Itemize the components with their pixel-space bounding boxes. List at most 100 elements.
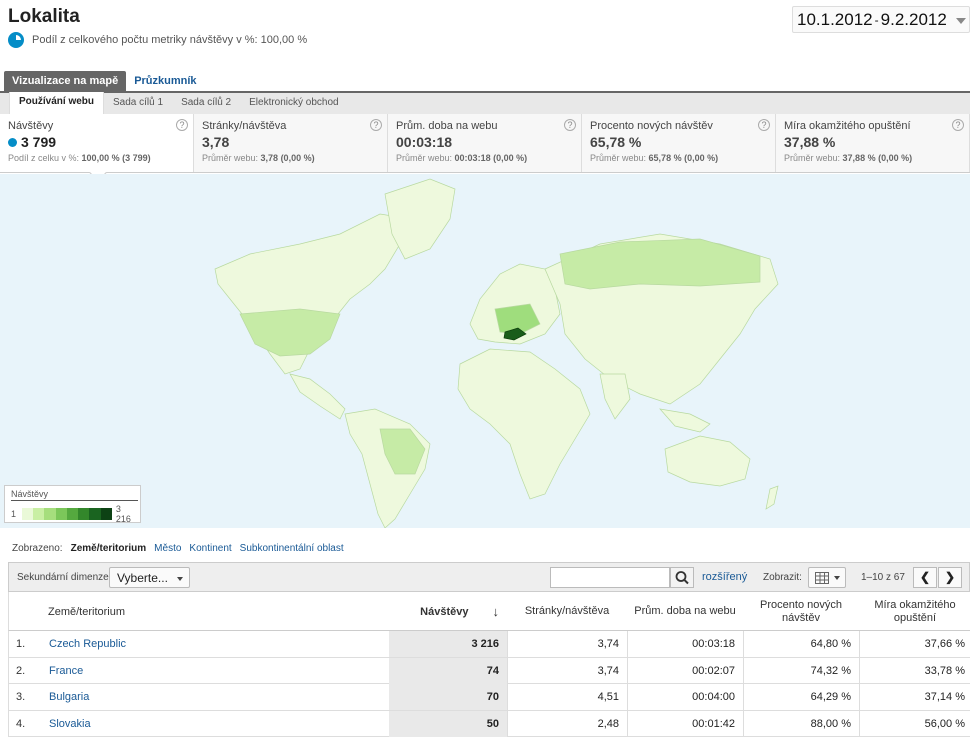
metric-visits[interactable]: Návštěvy 3 799 Podíl z celku v %: 100,00… bbox=[0, 114, 194, 182]
dimension-subcontinent[interactable]: Subkontinentální oblast bbox=[240, 543, 344, 554]
secondary-dimension-value: Vyberte... bbox=[117, 571, 168, 585]
help-icon[interactable]: ? bbox=[758, 119, 770, 131]
row-visits: 3 216 bbox=[389, 631, 507, 657]
metric-subtext: Průměr webu: 00:03:18 (0,00 %) bbox=[396, 153, 528, 163]
help-icon[interactable]: ? bbox=[370, 119, 382, 131]
help-icon[interactable]: ? bbox=[952, 119, 964, 131]
table-header: Země/teritorium Návštěvy ↓ Stránky/návšt… bbox=[8, 592, 970, 631]
row-country-link[interactable]: Czech Republic bbox=[49, 631, 126, 657]
row-pages: 2,48 bbox=[507, 710, 627, 737]
table-row: 3. Bulgaria 70 4,51 00:04:00 64,29 % 37,… bbox=[8, 684, 970, 711]
metric-value: 00:03:18 bbox=[396, 134, 453, 150]
header-duration[interactable]: Prům. doba na webu bbox=[627, 592, 743, 631]
metric-subtext: Podíl z celku v %: 100,00 % (3 799) bbox=[8, 153, 151, 163]
row-bounce: 37,66 % bbox=[859, 631, 970, 657]
advanced-filter-link[interactable]: rozšířený bbox=[702, 571, 747, 583]
legend-swatch bbox=[44, 508, 56, 520]
row-duration: 00:02:07 bbox=[627, 657, 743, 684]
map-region-india bbox=[599, 373, 631, 420]
tab-explorer[interactable]: Průzkumník bbox=[126, 71, 204, 91]
world-map[interactable]: Návštěvy 1 3 216 bbox=[0, 174, 970, 528]
row-number: 3. bbox=[16, 691, 26, 703]
secondary-dimension-label: Sekundární dimenze: bbox=[17, 572, 112, 583]
row-duration: 00:03:18 bbox=[627, 631, 743, 657]
help-icon[interactable]: ? bbox=[176, 119, 188, 131]
view-type-dropdown[interactable] bbox=[808, 567, 846, 588]
row-visits: 70 bbox=[389, 684, 507, 710]
map-region-central-america bbox=[289, 373, 346, 420]
pie-chart-icon bbox=[8, 32, 24, 48]
table-row: 2. France 74 3,74 00:02:07 74,32 % 33,78… bbox=[8, 657, 970, 684]
subtab-site-usage[interactable]: Používání webu bbox=[9, 92, 105, 114]
pagination-info: 1–10 z 67 bbox=[861, 572, 905, 583]
map-region-russia bbox=[559, 238, 761, 290]
metric-value: 3 799 bbox=[21, 134, 57, 150]
world-map-svg bbox=[214, 178, 779, 528]
share-summary: Podíl z celkového počtu metriky návštěvy… bbox=[8, 32, 307, 48]
date-separator: - bbox=[874, 12, 879, 27]
row-bounce: 33,78 % bbox=[859, 657, 970, 684]
dimension-country[interactable]: Země/teritorium bbox=[71, 543, 147, 554]
table-grid-icon bbox=[815, 572, 829, 584]
subtab-goal-set-1[interactable]: Sada cílů 1 bbox=[104, 93, 172, 114]
help-icon[interactable]: ? bbox=[564, 119, 576, 131]
dimension-label: Zobrazeno: bbox=[12, 543, 63, 554]
table-row: 1. Czech Republic 3 216 3,74 00:03:18 64… bbox=[8, 631, 970, 658]
metric-name: Návštěvy bbox=[8, 120, 54, 132]
prev-page-button[interactable]: ❮ bbox=[913, 567, 937, 588]
metric-subtext: Průměr webu: 65,78 % (0,00 %) bbox=[590, 153, 719, 163]
row-bounce: 37,14 % bbox=[859, 684, 970, 710]
chevron-down-icon bbox=[956, 18, 966, 24]
row-country-link[interactable]: Slovakia bbox=[49, 711, 91, 737]
view-tabs: Vizualizace na mapě Průzkumník bbox=[4, 71, 205, 91]
row-pages: 3,74 bbox=[507, 631, 627, 657]
metric-name: Stránky/návštěva bbox=[202, 120, 287, 132]
metric-group-tabs: Používání webu Sada cílů 1 Sada cílů 2 E… bbox=[0, 91, 970, 114]
header-bounce[interactable]: Míra okamžitého opuštění bbox=[859, 592, 970, 631]
legend-swatch bbox=[100, 508, 112, 520]
row-new-visits: 64,80 % bbox=[743, 631, 859, 657]
row-pages: 3,74 bbox=[507, 657, 627, 684]
metric-name: Míra okamžitého opuštění bbox=[784, 120, 911, 132]
search-button[interactable] bbox=[670, 567, 694, 588]
metric-value: 37,88 % bbox=[784, 134, 836, 150]
metric-bounce-rate[interactable]: Míra okamžitého opuštění 37,88 % Průměr … bbox=[776, 114, 970, 172]
header-pages[interactable]: Stránky/návštěva bbox=[507, 592, 627, 631]
metric-avg-duration[interactable]: Prům. doba na webu 00:03:18 Průměr webu:… bbox=[388, 114, 582, 172]
next-page-button[interactable]: ❯ bbox=[938, 567, 962, 588]
header-visits[interactable]: Návštěvy ↓ bbox=[389, 592, 507, 631]
legend-swatch bbox=[78, 508, 90, 520]
row-pages: 4,51 bbox=[507, 684, 627, 710]
header-new-visits[interactable]: Procento nových návštěv bbox=[743, 592, 859, 631]
map-region-australia bbox=[664, 435, 751, 487]
legend-swatch bbox=[33, 508, 45, 520]
map-region-new-zealand bbox=[765, 485, 779, 510]
metric-pages-per-visit[interactable]: Stránky/návštěva 3,78 Průměr webu: 3,78 … bbox=[194, 114, 388, 172]
row-country-link[interactable]: Bulgaria bbox=[49, 684, 89, 710]
legend-swatch bbox=[66, 508, 79, 520]
row-visits: 50 bbox=[389, 710, 507, 737]
legend-scale: 1 3 216 bbox=[11, 504, 134, 524]
header-visits-label: Návštěvy bbox=[420, 605, 469, 618]
map-region-usa bbox=[239, 308, 341, 357]
table-search-input[interactable] bbox=[550, 567, 670, 588]
dimension-selector: Zobrazeno: Země/teritorium Město Kontine… bbox=[12, 543, 344, 554]
dimension-city[interactable]: Město bbox=[154, 543, 181, 554]
secondary-dimension-dropdown[interactable]: Vyberte... bbox=[109, 567, 190, 588]
legend-max: 3 216 bbox=[115, 504, 131, 524]
tab-map-overlay[interactable]: Vizualizace na mapě bbox=[4, 71, 127, 91]
map-region-africa bbox=[457, 348, 591, 500]
header-country[interactable]: Země/teritorium bbox=[48, 592, 125, 631]
date-range-picker[interactable]: 10.1.2012 - 9.2.2012 bbox=[792, 6, 970, 33]
dimension-continent[interactable]: Kontinent bbox=[189, 543, 231, 554]
row-country-link[interactable]: France bbox=[49, 658, 83, 684]
metric-new-visits[interactable]: Procento nových návštěv 65,78 % Průměr w… bbox=[582, 114, 776, 172]
date-end: 9.2.2012 bbox=[880, 9, 947, 29]
display-label: Zobrazit: bbox=[763, 572, 802, 583]
subtab-ecommerce[interactable]: Elektronický obchod bbox=[240, 93, 348, 114]
page-title: Lokalita bbox=[8, 6, 80, 27]
row-number: 4. bbox=[16, 717, 26, 730]
subtab-goal-set-2[interactable]: Sada cílů 2 bbox=[172, 93, 240, 114]
row-bounce: 56,00 % bbox=[859, 710, 970, 737]
row-new-visits: 64,29 % bbox=[743, 684, 859, 710]
